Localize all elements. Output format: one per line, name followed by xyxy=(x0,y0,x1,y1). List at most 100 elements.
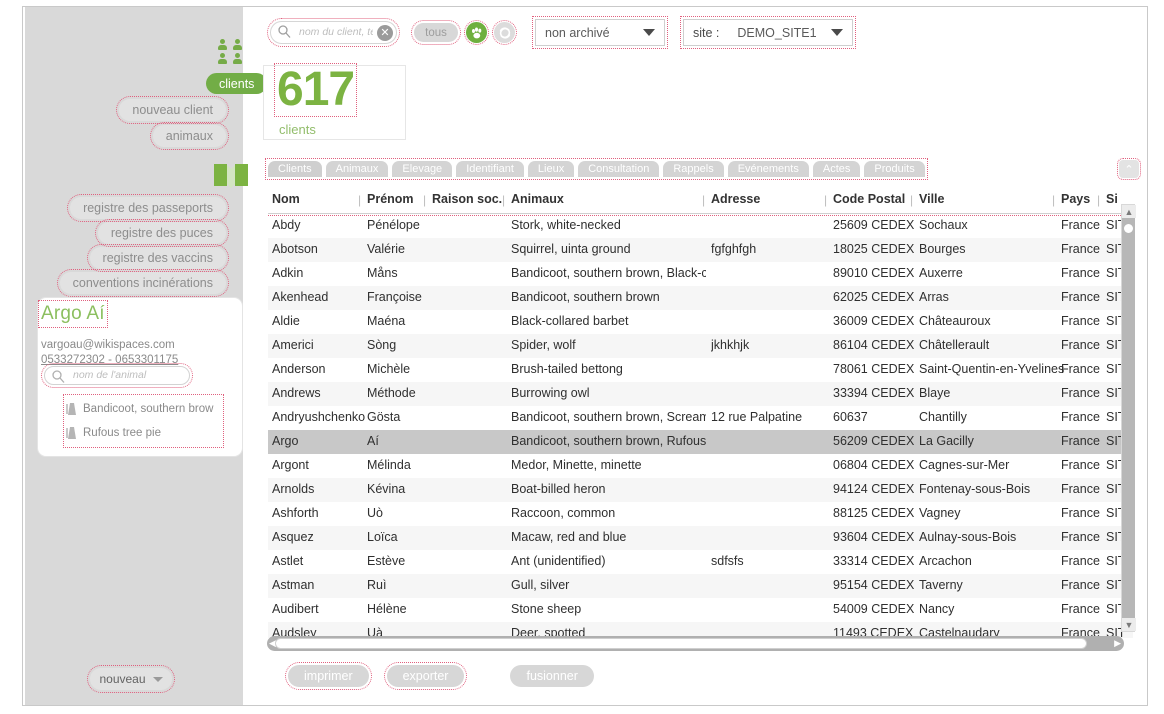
tab-produits[interactable]: Produits xyxy=(864,161,925,177)
tab-animaux[interactable]: Animaux xyxy=(325,161,389,177)
animal-search-input[interactable]: nom de l'animal xyxy=(41,363,193,388)
column-header-animaux[interactable]: Animaux xyxy=(511,192,706,206)
filter-tous-button[interactable]: tous xyxy=(411,20,461,45)
client-detail-phones[interactable]: 0533272302 - 0653301175 xyxy=(41,354,178,366)
cell-prenom: Uò xyxy=(367,506,383,520)
tab-identifiant[interactable]: Identifiant xyxy=(456,161,524,177)
search-input[interactable]: nom du client, télép ✕ xyxy=(267,18,400,47)
cell-cp: 36009 CEDEX xyxy=(833,314,915,328)
sync-icon[interactable] xyxy=(492,20,517,45)
table-row[interactable]: Abotson Valérie Squirrel, uinta ground fgfg… xyxy=(268,238,1133,262)
column-divider[interactable]: | xyxy=(1052,193,1055,207)
table-vertical-scrollbar[interactable]: ▲ ▼ xyxy=(1121,204,1136,632)
column-divider[interactable]: | xyxy=(423,193,426,207)
table-row[interactable]: Astman Ruì Gull, silver 95154 CEDEX Taverny F… xyxy=(268,574,1133,598)
site-select[interactable]: site : DEMO_SITE1 xyxy=(680,16,856,49)
column-divider[interactable]: | xyxy=(702,193,705,207)
table-row[interactable]: Americi Sòng Spider, wolf jkhkhjk 86104 CEDE… xyxy=(268,334,1133,358)
cell-ville: Auxerre xyxy=(919,266,963,280)
cell-pays: France xyxy=(1061,266,1100,280)
tab-ev-nements[interactable]: Evénements xyxy=(727,161,809,177)
cell-pays: France xyxy=(1061,578,1100,592)
cell-cp: 54009 CEDEX xyxy=(833,602,915,616)
cell-prenom: Estève xyxy=(367,554,406,568)
registre-puces-button[interactable]: registre des puces xyxy=(94,219,230,247)
table-horizontal-scrollbar[interactable]: ◀ ▶ xyxy=(267,636,1124,651)
column-divider[interactable]: | xyxy=(358,193,361,207)
tab-actes[interactable]: Actes xyxy=(812,161,861,177)
cell-nom: Anderson xyxy=(272,362,326,376)
nouveau-client-button[interactable]: nouveau client xyxy=(116,96,229,124)
animaux-button[interactable]: animaux xyxy=(149,122,230,150)
column-divider[interactable]: | xyxy=(1097,193,1100,207)
table-row[interactable]: Abdy Pénélope Stork, white-necked 25609 CED… xyxy=(268,214,1133,238)
cell-cp: 89010 CEDEX xyxy=(833,266,915,280)
paw-icon[interactable] xyxy=(464,20,489,45)
table-row[interactable]: Anderson Michèle Brush-tailed bettong 78061… xyxy=(268,358,1133,382)
cell-nom: Audibert xyxy=(272,602,319,616)
cell-pays: France xyxy=(1061,314,1100,328)
column-divider[interactable]: | xyxy=(910,193,913,207)
tab-elevage[interactable]: Elevage xyxy=(392,161,453,177)
close-icon[interactable]: ✕ xyxy=(377,25,393,41)
column-header-cp[interactable]: Code Postal xyxy=(833,192,919,206)
registre-passeports-button[interactable]: registre des passeports xyxy=(67,194,229,222)
cell-nom: Americi xyxy=(272,338,314,352)
cell-ville: Taverny xyxy=(919,578,963,592)
table-row[interactable]: Astlet Estève Ant (unidentified) sdfsfs 3331… xyxy=(268,550,1133,574)
cell-animaux: Black-collared barbet xyxy=(511,314,629,328)
table-row[interactable]: Argont Mélinda Medor, Minette, minette 0680… xyxy=(268,454,1133,478)
client-detail-email[interactable]: vargoau@wikispaces.com xyxy=(41,339,175,351)
client-detail-name: Argo Aí xyxy=(38,300,108,328)
table-row[interactable]: Andryushchenko Gösta Bandicoot, southern b… xyxy=(268,406,1133,430)
table-row[interactable]: Aldie Maéna Black-collared barbet 36009 CED… xyxy=(268,310,1133,334)
cell-pays: France xyxy=(1061,434,1100,448)
column-header-nom[interactable]: Nom xyxy=(272,192,378,206)
table-row[interactable]: Arnolds Kévina Boat-billed heron 94124 CEDE… xyxy=(268,478,1133,502)
tab-rappels[interactable]: Rappels xyxy=(663,161,724,177)
exporter-button[interactable]: exporter xyxy=(383,662,468,690)
nouveau-dropdown-button[interactable]: nouveau xyxy=(87,665,175,693)
table-row[interactable]: Audibert Hélène Stone sheep 54009 CEDEX Nanc… xyxy=(268,598,1133,622)
cell-ville: Bourges xyxy=(919,242,966,256)
column-divider[interactable]: | xyxy=(824,193,827,207)
table-row[interactable]: Ashforth Uò Raccoon, common 88125 CEDEX Vagn… xyxy=(268,502,1133,526)
cell-pays: France xyxy=(1061,362,1100,376)
table-row[interactable]: Akenhead Françoise Bandicoot, southern bro… xyxy=(268,286,1133,310)
table-row[interactable]: Adkin Måns Bandicoot, southern brown, Blac… xyxy=(268,262,1133,286)
cell-adresse: 12 rue Palpatine xyxy=(711,410,803,424)
cell-prenom: Ruì xyxy=(367,578,387,592)
tab-lieux[interactable]: Lieux xyxy=(527,161,575,177)
list-item[interactable]: Rufous tree pie xyxy=(66,421,221,445)
table-row[interactable]: Andrews Méthode Burrowing owl 33394 CEDEX Bl… xyxy=(268,382,1133,406)
column-header-pays[interactable]: Pays xyxy=(1061,192,1109,206)
tab-clients[interactable]: Clients xyxy=(268,161,322,177)
table-row[interactable]: Argo Aí Bandicoot, southern brown, Rufous … xyxy=(268,430,1133,454)
search-icon xyxy=(52,370,65,383)
site-value: DEMO_SITE1 xyxy=(737,25,817,40)
archive-filter-select[interactable]: non archivé xyxy=(532,16,668,49)
horizontal-scroll-thumb[interactable] xyxy=(275,638,1087,649)
column-header-adresse[interactable]: Adresse xyxy=(711,192,831,206)
app-root: clients nouveau client animaux registre … xyxy=(0,0,1164,714)
scroll-right-icon[interactable]: ▶ xyxy=(1114,638,1121,649)
scroll-up-icon[interactable]: ▲ xyxy=(1122,205,1136,218)
cell-cp: 93604 CEDEX xyxy=(833,530,915,544)
table-row[interactable]: Asquez Loïca Macaw, red and blue 93604 CEDE… xyxy=(268,526,1133,550)
cell-prenom: Aí xyxy=(367,434,379,448)
registre-vaccins-button[interactable]: registre des vaccins xyxy=(86,244,230,272)
animal-search-placeholder: nom de l'animal xyxy=(73,369,147,381)
conventions-incinerations-button[interactable]: conventions incinérations xyxy=(56,269,230,297)
sidebar-clients-pill[interactable]: clients xyxy=(206,73,268,94)
fusionner-button[interactable]: fusionner xyxy=(510,665,594,687)
vertical-scroll-thumb[interactable] xyxy=(1122,218,1135,618)
collapse-panel-button[interactable]: ⌃ xyxy=(1117,158,1141,180)
column-header-prenom[interactable]: Prénom xyxy=(367,192,437,206)
tab-consultation[interactable]: Consultation xyxy=(578,161,660,177)
column-header-raison[interactable]: Raison soc. xyxy=(432,192,502,206)
scroll-down-icon[interactable]: ▼ xyxy=(1122,618,1136,631)
tab-bar: Clients Animaux Elevage Identifiant Lieux Con… xyxy=(265,158,928,180)
imprimer-button[interactable]: imprimer xyxy=(285,662,372,690)
column-divider[interactable]: | xyxy=(502,193,505,207)
list-item[interactable]: Bandicoot, southern brow xyxy=(66,397,221,421)
